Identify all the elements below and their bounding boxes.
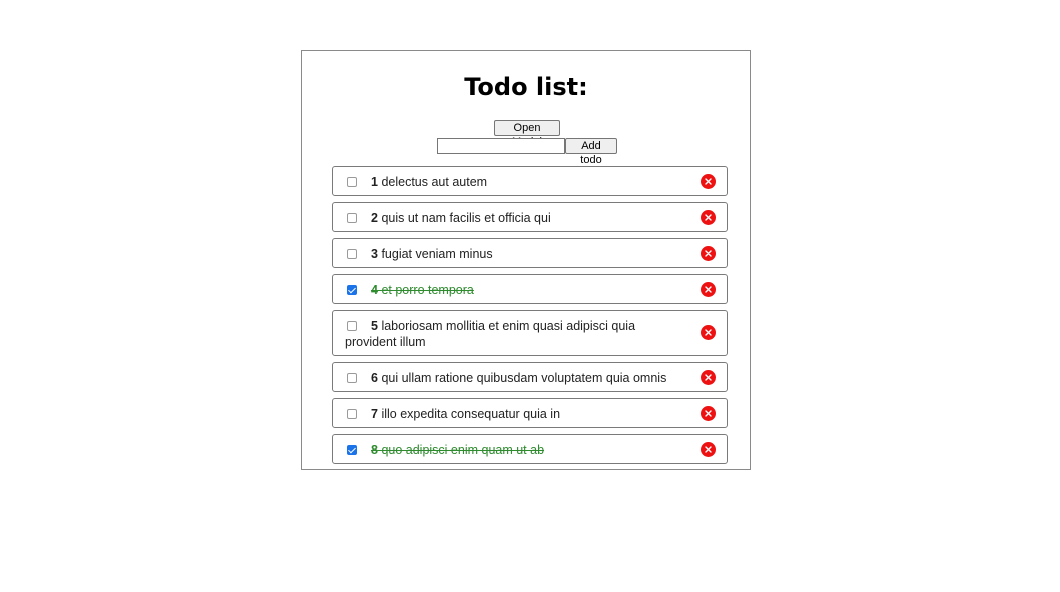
todo-checkbox[interactable] [347, 177, 357, 187]
todo-item: 6 qui ullam ratione quibusdam voluptatem… [332, 362, 728, 392]
add-todo-button[interactable]: Add todo [565, 138, 617, 166]
todo-item: 1 delectus aut autem [332, 166, 728, 196]
todo-list: 1 delectus aut autem 2 quis ut nam facil… [332, 166, 728, 470]
close-circle-icon[interactable] [701, 406, 716, 421]
todo-text: quis ut nam facilis et officia qui [381, 211, 551, 225]
add-todo-form: Add todo [437, 138, 617, 166]
close-circle-icon[interactable] [701, 174, 716, 189]
todo-checkbox[interactable] [347, 409, 357, 419]
todo-text: laboriosam mollitia et enim quasi adipis… [345, 319, 636, 349]
open-modal-button[interactable]: Open Modal [494, 120, 560, 148]
close-circle-icon[interactable] [701, 370, 716, 385]
todo-number: 1 [371, 175, 378, 189]
close-circle-icon[interactable] [701, 325, 716, 340]
todo-checkbox[interactable] [347, 321, 357, 331]
page-title: Todo list: [464, 73, 588, 101]
close-circle-icon[interactable] [701, 282, 716, 297]
todo-item: 2 quis ut nam facilis et officia qui [332, 202, 728, 232]
add-todo-input[interactable] [437, 138, 565, 154]
todo-text: delectus aut autem [381, 175, 488, 189]
todo-number: 5 [371, 319, 378, 333]
close-circle-icon[interactable] [701, 442, 716, 457]
todo-card: Todo list: Open Modal Add todo 1 delectu… [301, 50, 751, 470]
todo-number: 6 [371, 371, 378, 385]
todo-item-completed: 4 et porro tempora [332, 274, 728, 304]
todo-checkbox-checked[interactable] [347, 285, 357, 295]
todo-item: 7 illo expedita consequatur quia in [332, 398, 728, 428]
todo-number: 3 [371, 247, 378, 261]
todo-checkbox[interactable] [347, 249, 357, 259]
todo-checkbox[interactable] [347, 373, 357, 383]
todo-text: quo adipisci enim quam ut ab [381, 443, 545, 457]
todo-item: 3 fugiat veniam minus [332, 238, 728, 268]
close-circle-icon[interactable] [701, 246, 716, 261]
todo-text: fugiat veniam minus [381, 247, 493, 261]
todo-number: 8 [371, 443, 378, 457]
todo-number: 7 [371, 407, 378, 421]
todo-text: et porro tempora [381, 283, 474, 297]
todo-number: 4 [371, 283, 378, 297]
close-circle-icon[interactable] [701, 210, 716, 225]
todo-item-completed: 8 quo adipisci enim quam ut ab [332, 434, 728, 464]
todo-item: 5 laboriosam mollitia et enim quasi adip… [332, 310, 728, 356]
todo-number: 2 [371, 211, 378, 225]
todo-text: qui ullam ratione quibusdam voluptatem q… [381, 371, 667, 385]
todo-checkbox-checked[interactable] [347, 445, 357, 455]
todo-text: illo expedita consequatur quia in [381, 407, 561, 421]
todo-checkbox[interactable] [347, 213, 357, 223]
